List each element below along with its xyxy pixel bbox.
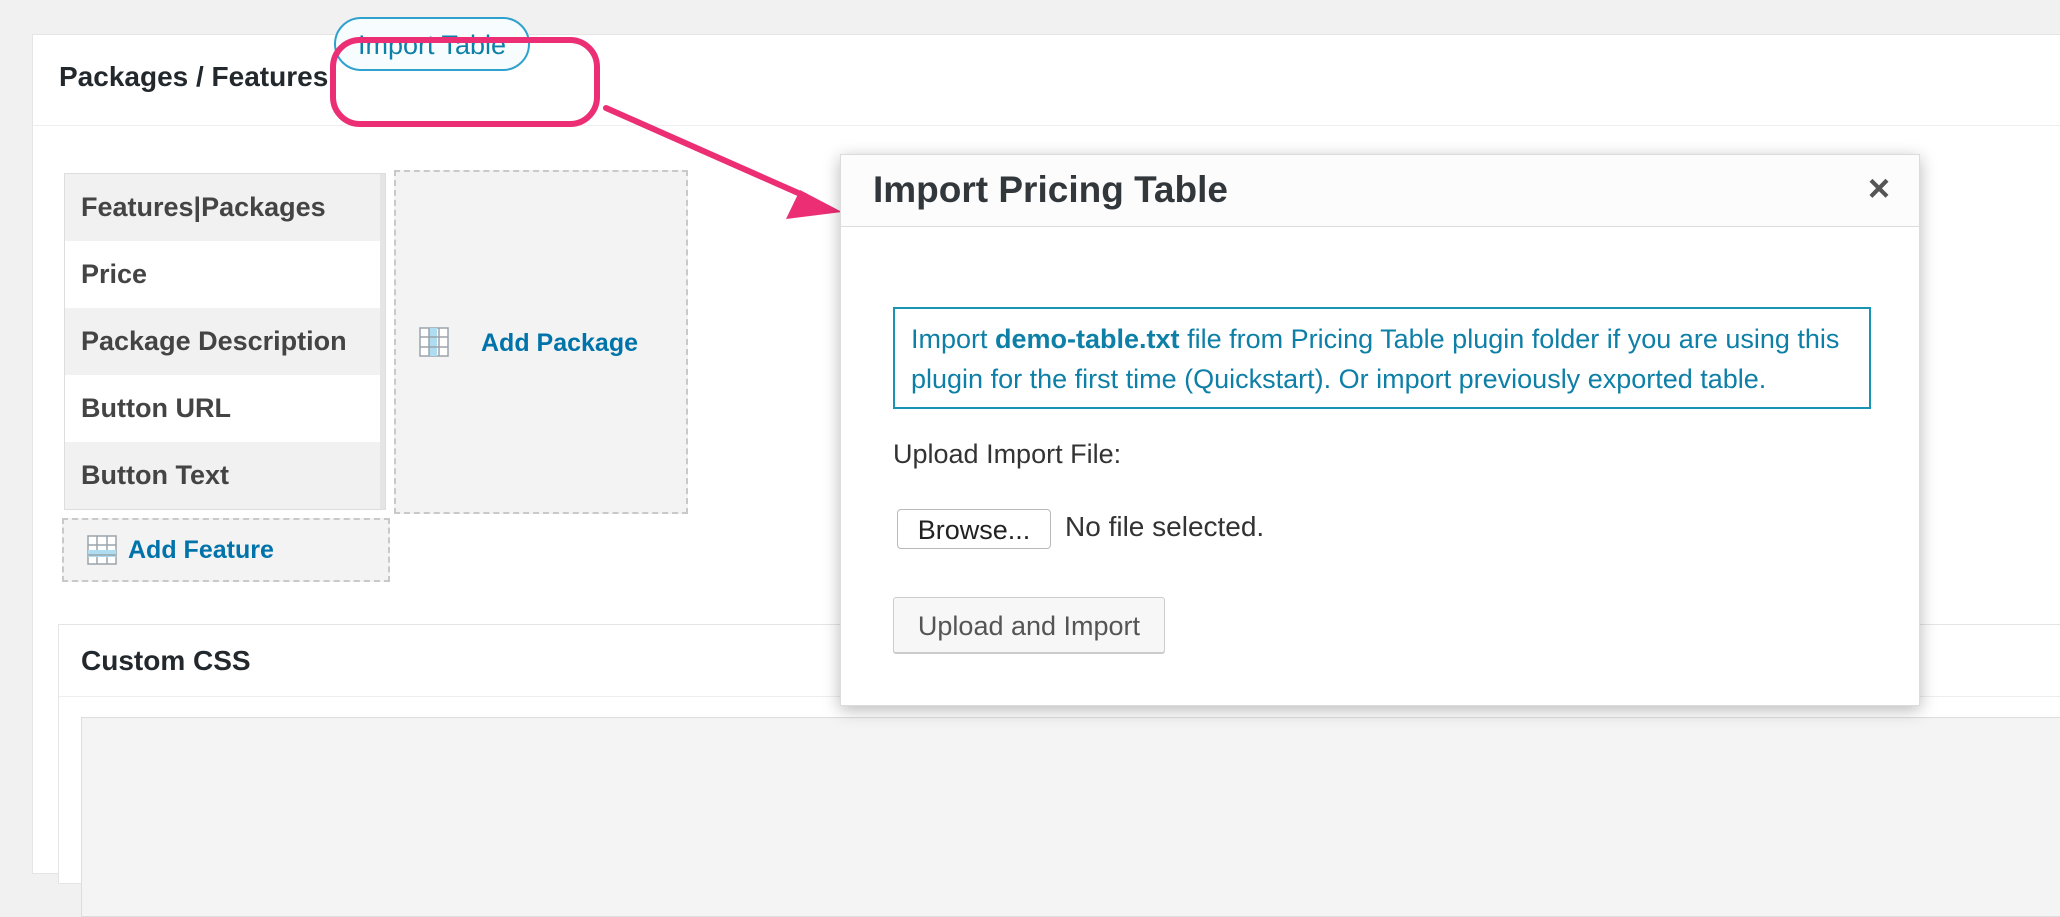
modal-header: Import Pricing Table ×	[841, 155, 1919, 227]
file-selection-status: No file selected.	[1065, 511, 1265, 542]
upload-import-file-label: Upload Import File:	[893, 439, 1122, 469]
browse-file-button[interactable]: Browse...	[897, 509, 1051, 549]
info-prefix: Import	[911, 324, 996, 354]
import-info-notice: Import demo-table.txt file from Pricing …	[893, 307, 1871, 409]
upload-and-import-button[interactable]: Upload and Import	[893, 597, 1165, 653]
modal-title: Import Pricing Table	[873, 169, 1228, 210]
close-icon[interactable]: ×	[1861, 169, 1897, 209]
info-filename: demo-table.txt	[995, 324, 1180, 354]
import-pricing-table-dialog: Import Pricing Table × Import demo-table…	[840, 154, 1920, 706]
